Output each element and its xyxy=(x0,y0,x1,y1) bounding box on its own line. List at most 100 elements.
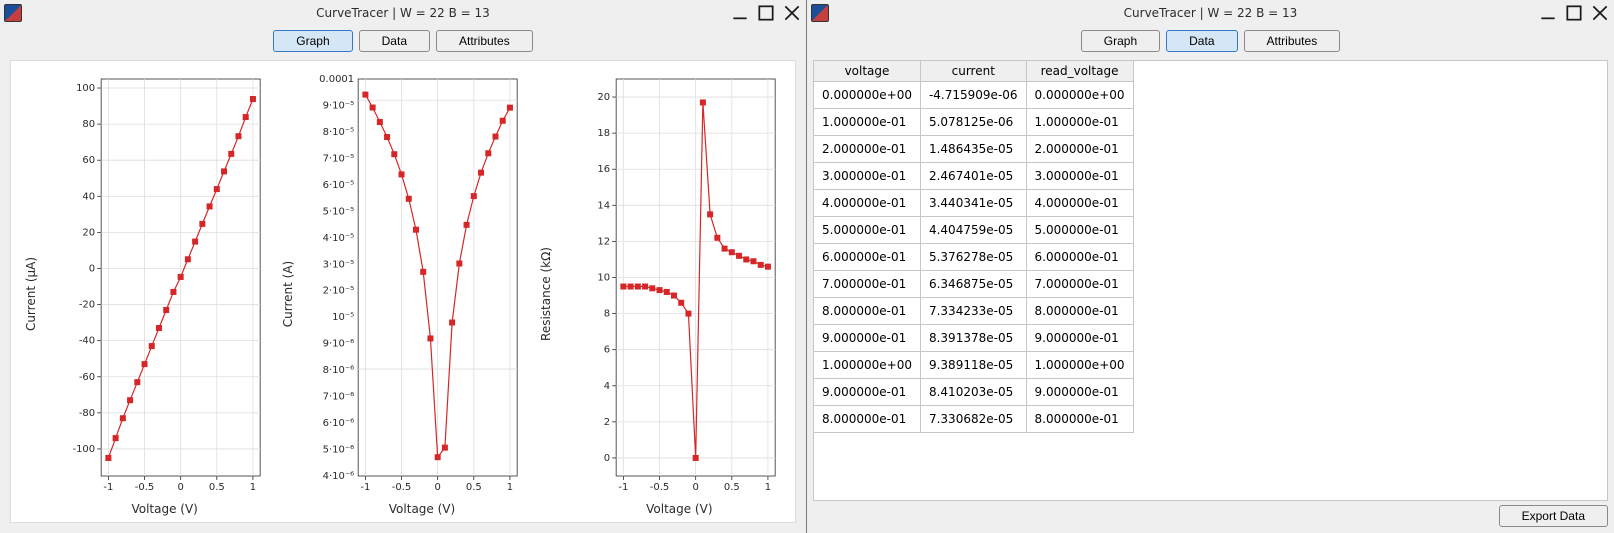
table-cell: 4.000000e-01 xyxy=(1026,190,1133,217)
svg-text:1: 1 xyxy=(764,482,770,493)
table-row[interactable]: 8.000000e-017.334233e-058.000000e-01 xyxy=(814,298,1133,325)
chart-iv[interactable]: Current (µA) -1-0.500.51-100-80-60-40-20… xyxy=(17,71,274,516)
tab-graph[interactable]: Graph xyxy=(1081,30,1160,52)
table-cell: 5.000000e-01 xyxy=(1026,217,1133,244)
table-cell: 7.330682e-05 xyxy=(920,406,1026,433)
svg-text:8·10⁻⁵: 8·10⁻⁵ xyxy=(323,127,355,138)
table-row[interactable]: 6.000000e-015.376278e-056.000000e-01 xyxy=(814,244,1133,271)
tabs-bar: Graph Data Attributes xyxy=(807,26,1614,60)
data-table: voltagecurrentread_voltage 0.000000e+00-… xyxy=(814,61,1134,433)
svg-text:20: 20 xyxy=(82,227,95,238)
svg-text:2·10⁻⁵: 2·10⁻⁵ xyxy=(323,286,355,297)
table-cell: 0.000000e+00 xyxy=(1026,82,1133,109)
svg-text:1: 1 xyxy=(250,482,256,493)
table-cell: 7.000000e-01 xyxy=(814,271,920,298)
tab-attributes[interactable]: Attributes xyxy=(1244,30,1341,52)
table-cell: 6.000000e-01 xyxy=(814,244,920,271)
window-title: CurveTracer | W = 22 B = 13 xyxy=(0,6,806,20)
tab-data[interactable]: Data xyxy=(1166,30,1237,52)
table-row[interactable]: 1.000000e+009.389118e-051.000000e+00 xyxy=(814,352,1133,379)
svg-text:0.5: 0.5 xyxy=(209,482,225,493)
app-icon xyxy=(4,4,22,22)
table-row[interactable]: 0.000000e+00-4.715909e-060.000000e+00 xyxy=(814,82,1133,109)
table-cell: 9.000000e-01 xyxy=(814,325,920,352)
titlebar: CurveTracer | W = 22 B = 13 xyxy=(0,0,806,26)
tab-attributes[interactable]: Attributes xyxy=(436,30,533,52)
svg-text:8·10⁻⁶: 8·10⁻⁶ xyxy=(323,365,355,376)
chart-log-iv[interactable]: Current (A) -1-0.500.510.00019·10⁻⁵8·10⁻… xyxy=(274,71,531,516)
table-cell: 8.000000e-01 xyxy=(1026,298,1133,325)
svg-text:5·10⁻⁵: 5·10⁻⁵ xyxy=(323,206,355,217)
svg-text:-60: -60 xyxy=(79,372,95,383)
table-cell: 6.000000e-01 xyxy=(1026,244,1133,271)
svg-text:16: 16 xyxy=(597,164,610,175)
svg-text:-0.5: -0.5 xyxy=(392,482,412,493)
svg-text:18: 18 xyxy=(597,128,610,139)
table-cell: 8.000000e-01 xyxy=(814,406,920,433)
column-header[interactable]: current xyxy=(920,61,1026,82)
tab-data[interactable]: Data xyxy=(359,30,430,52)
svg-text:-0.5: -0.5 xyxy=(135,482,155,493)
table-row[interactable]: 2.000000e-011.486435e-052.000000e-01 xyxy=(814,136,1133,163)
svg-text:8: 8 xyxy=(603,309,609,320)
table-cell: 9.000000e-01 xyxy=(1026,379,1133,406)
svg-text:2: 2 xyxy=(603,417,609,428)
tab-graph[interactable]: Graph xyxy=(273,30,352,52)
table-cell: 2.000000e-01 xyxy=(814,136,920,163)
table-row[interactable]: 7.000000e-016.346875e-057.000000e-01 xyxy=(814,271,1133,298)
data-table-scroll[interactable]: voltagecurrentread_voltage 0.000000e+00-… xyxy=(813,60,1608,501)
table-row[interactable]: 9.000000e-018.391378e-059.000000e-01 xyxy=(814,325,1133,352)
column-header[interactable]: read_voltage xyxy=(1026,61,1133,82)
svg-text:6: 6 xyxy=(603,345,609,356)
xlabel: Voltage (V) xyxy=(576,498,783,516)
minimize-button[interactable] xyxy=(732,5,748,21)
svg-text:7·10⁻⁶: 7·10⁻⁶ xyxy=(323,392,355,403)
table-cell: 5.376278e-05 xyxy=(920,244,1026,271)
minimize-button[interactable] xyxy=(1540,5,1556,21)
svg-text:12: 12 xyxy=(597,236,610,247)
maximize-button[interactable] xyxy=(1566,5,1582,21)
close-button[interactable] xyxy=(1592,5,1608,21)
table-cell: 8.410203e-05 xyxy=(920,379,1026,406)
table-row[interactable]: 5.000000e-014.404759e-055.000000e-01 xyxy=(814,217,1133,244)
window-graph: CurveTracer | W = 22 B = 13 Graph Data A… xyxy=(0,0,807,533)
table-cell: 2.467401e-05 xyxy=(920,163,1026,190)
table-row[interactable]: 3.000000e-012.467401e-053.000000e-01 xyxy=(814,163,1133,190)
maximize-button[interactable] xyxy=(758,5,774,21)
table-cell: 3.440341e-05 xyxy=(920,190,1026,217)
table-cell: 1.486435e-05 xyxy=(920,136,1026,163)
table-cell: 6.346875e-05 xyxy=(920,271,1026,298)
svg-text:4·10⁻⁶: 4·10⁻⁶ xyxy=(323,471,355,482)
svg-text:4: 4 xyxy=(603,381,609,392)
ylabel: Current (µA) xyxy=(24,256,38,330)
svg-text:-1: -1 xyxy=(103,482,113,493)
close-button[interactable] xyxy=(784,5,800,21)
svg-text:5·10⁻⁶: 5·10⁻⁶ xyxy=(323,445,355,456)
table-row[interactable]: 9.000000e-018.410203e-059.000000e-01 xyxy=(814,379,1133,406)
table-cell: 0.000000e+00 xyxy=(814,82,920,109)
table-cell: 4.000000e-01 xyxy=(814,190,920,217)
svg-text:0: 0 xyxy=(435,482,441,493)
table-cell: 5.078125e-06 xyxy=(920,109,1026,136)
ylabel: Current (A) xyxy=(281,260,295,326)
table-cell: 8.000000e-01 xyxy=(1026,406,1133,433)
table-cell: 9.389118e-05 xyxy=(920,352,1026,379)
export-data-button[interactable]: Export Data xyxy=(1499,505,1608,527)
table-row[interactable]: 4.000000e-013.440341e-054.000000e-01 xyxy=(814,190,1133,217)
xlabel: Voltage (V) xyxy=(318,498,525,516)
table-row[interactable]: 1.000000e-015.078125e-061.000000e-01 xyxy=(814,109,1133,136)
svg-text:7·10⁻⁵: 7·10⁻⁵ xyxy=(323,153,355,164)
table-row[interactable]: 8.000000e-017.330682e-058.000000e-01 xyxy=(814,406,1133,433)
svg-text:6·10⁻⁶: 6·10⁻⁶ xyxy=(323,418,355,429)
svg-text:0: 0 xyxy=(603,453,609,464)
column-header[interactable]: voltage xyxy=(814,61,920,82)
svg-text:-100: -100 xyxy=(72,444,95,455)
svg-text:10⁻⁵: 10⁻⁵ xyxy=(332,312,354,323)
table-cell: 3.000000e-01 xyxy=(1026,163,1133,190)
svg-text:0: 0 xyxy=(177,482,183,493)
chart-rv[interactable]: Resistance (kΩ) -1-0.500.510246810121416… xyxy=(532,71,789,516)
table-cell: 7.000000e-01 xyxy=(1026,271,1133,298)
table-cell: 7.334233e-05 xyxy=(920,298,1026,325)
svg-text:20: 20 xyxy=(597,92,610,103)
svg-text:-1: -1 xyxy=(361,482,371,493)
